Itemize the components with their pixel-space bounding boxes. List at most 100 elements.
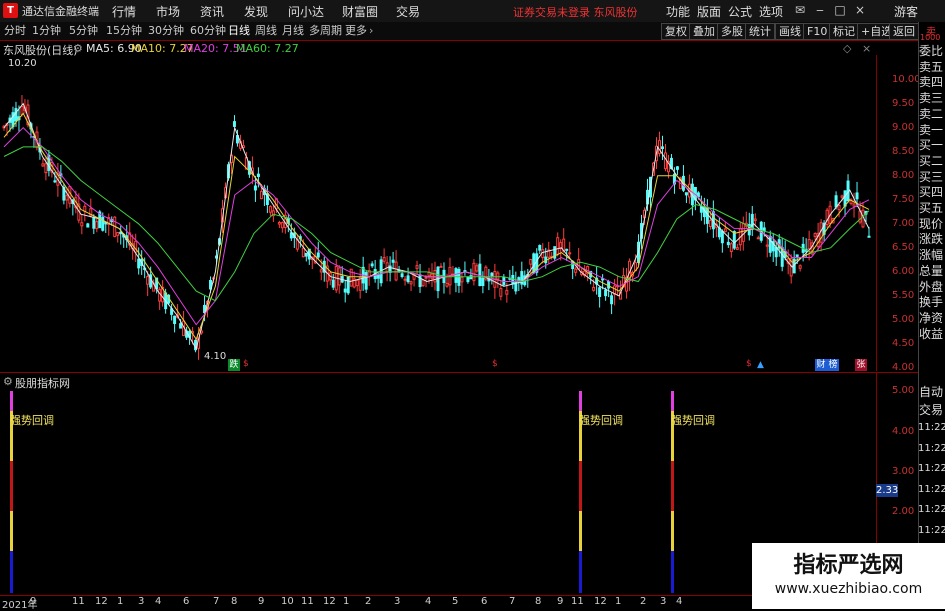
period-1min[interactable]: 1分钟 (30, 24, 63, 38)
side-quote-2[interactable]: 卖四 (919, 74, 945, 90)
side-quote-17[interactable]: 净资 (919, 310, 945, 326)
period-daily[interactable]: 日线 (226, 24, 252, 38)
side-quote-6[interactable]: 买一 (919, 137, 945, 153)
side-quote-8[interactable]: 买三 (919, 169, 945, 185)
settings-icon[interactable]: ⚙ (73, 42, 83, 55)
minimize-icon[interactable]: ‒ (812, 2, 828, 18)
price-tick-label: 5.00 (892, 313, 915, 325)
side-quote-3[interactable]: 卖三 (919, 90, 945, 106)
period-monthly[interactable]: 月线 (280, 24, 306, 38)
login-notice[interactable]: 证券交易未登录 东风股份 (513, 4, 638, 20)
maximize-icon[interactable]: □ (832, 2, 848, 18)
time-tick-label: 8 (535, 596, 542, 607)
time-tick-label: 6 (481, 596, 488, 607)
toolbar-huaxian[interactable]: 画线 (775, 23, 805, 40)
side-quote-18[interactable]: 收益 (919, 326, 945, 342)
menu-item-shichang[interactable]: 市场 (156, 3, 180, 20)
side-auto-trade-0[interactable]: 自动 (919, 384, 945, 400)
skin-icon[interactable]: ✉ (792, 2, 808, 18)
toolbar-fuquan[interactable]: 复权 (661, 23, 691, 40)
price-tick-label: 8.50 (892, 145, 915, 157)
menu-item-jiaoyi[interactable]: 交易 (396, 3, 420, 20)
side-quote-14[interactable]: 总量 (919, 263, 945, 279)
side-quote-7[interactable]: 买二 (919, 153, 945, 169)
period-60min[interactable]: 60分钟 (188, 24, 228, 38)
toolbar-fanhui[interactable]: 返回 (889, 23, 919, 40)
zhang-marker[interactable]: 张 (855, 359, 867, 371)
menu-item-zixun[interactable]: 资讯 (200, 3, 224, 20)
close-pane-icon[interactable]: × (862, 42, 871, 55)
s-marker-icon-3[interactable]: $ (746, 359, 752, 369)
ma-line-ma5 (3, 102, 870, 351)
side-quote-11[interactable]: 现价 (919, 216, 945, 232)
side-quote-13[interactable]: 涨幅 (919, 247, 945, 263)
candle-body (807, 239, 811, 250)
candle-body (505, 289, 509, 295)
toolbar-f10[interactable]: F10 (803, 23, 832, 40)
period-more[interactable]: 更多 (343, 24, 369, 38)
time-tick-label: 1 (117, 596, 124, 607)
side-quote-15[interactable]: 外盘 (919, 279, 945, 295)
candlesticks (2, 95, 871, 360)
menu-item-hangqing[interactable]: 行情 (112, 3, 136, 20)
side-auto-trade-1[interactable]: 交易 (919, 402, 945, 418)
diamond-icon[interactable]: ◇ (843, 42, 851, 55)
candle-body (86, 223, 90, 228)
candle-body (726, 241, 730, 246)
time-tick-label: 6 (183, 596, 190, 607)
ma-lines (3, 102, 870, 351)
close-icon[interactable]: × (852, 2, 868, 18)
candle-body (14, 108, 18, 122)
candle-body (607, 280, 611, 289)
triangle-marker-icon[interactable]: ▲ (757, 360, 764, 370)
menu-item-gongneng[interactable]: 功能 (666, 3, 690, 20)
price-tick-label: 9.50 (892, 97, 915, 109)
toolbar-biaoji[interactable]: 标记 (829, 23, 859, 40)
period-multi[interactable]: 多周期 (307, 24, 344, 38)
s-marker-icon[interactable]: $ (243, 359, 249, 369)
side-quote-16[interactable]: 换手 (919, 294, 945, 310)
guest-label[interactable]: 游客 (894, 3, 918, 20)
candle-body (469, 275, 473, 280)
toolbar-diejia[interactable]: 叠加 (689, 23, 719, 40)
period-weekly[interactable]: 周线 (253, 24, 279, 38)
chevron-right-icon[interactable]: › (367, 24, 375, 38)
ma-line-ma10 (3, 112, 870, 341)
kline-chart[interactable] (0, 55, 918, 373)
side-quote-5[interactable]: 卖一 (919, 122, 945, 138)
side-quote-1[interactable]: 卖五 (919, 59, 945, 75)
menu-item-banmian[interactable]: 版面 (697, 3, 721, 20)
candle-body (41, 163, 45, 167)
candle-body (400, 273, 404, 277)
menu-item-faxian[interactable]: 发现 (244, 3, 268, 20)
candle-body (391, 259, 395, 263)
die-marker[interactable]: 跌 (228, 359, 240, 371)
period-fenshi[interactable]: 分时 (2, 24, 28, 38)
menu-item-gongshi[interactable]: 公式 (728, 3, 752, 20)
time-tick-label: 3 (394, 596, 401, 607)
side-quote-0[interactable]: 委比 (919, 43, 945, 59)
candle-body (675, 166, 679, 170)
menu-item-wenxiaoda[interactable]: 问小达 (288, 3, 324, 20)
menu-item-xuanxiang[interactable]: 选项 (759, 3, 783, 20)
time-tick-label: 2 (640, 596, 647, 607)
candle-body (729, 243, 733, 252)
menu-item-caifuquan[interactable]: 财富圈 (342, 3, 378, 20)
bang-marker[interactable]: 榜 (827, 359, 839, 371)
side-quote-4[interactable]: 卖二 (919, 106, 945, 122)
candle-body (732, 231, 736, 249)
period-5min[interactable]: 5分钟 (67, 24, 100, 38)
side-quote-12[interactable]: 涨跌 (919, 231, 945, 247)
candle-body (741, 223, 745, 242)
s-marker-icon-2[interactable]: $ (492, 359, 498, 369)
cai-marker[interactable]: 财 (815, 359, 827, 371)
side-quote-9[interactable]: 买四 (919, 184, 945, 200)
toolbar-duogu[interactable]: 多股 (717, 23, 747, 40)
time-tick-label: 8 (231, 596, 238, 607)
signal-bar-segment (10, 551, 13, 593)
toolbar-tongji[interactable]: 统计 (745, 23, 775, 40)
candle-body (259, 191, 263, 200)
side-quote-10[interactable]: 买五 (919, 200, 945, 216)
period-30min[interactable]: 30分钟 (146, 24, 186, 38)
period-15min[interactable]: 15分钟 (104, 24, 144, 38)
